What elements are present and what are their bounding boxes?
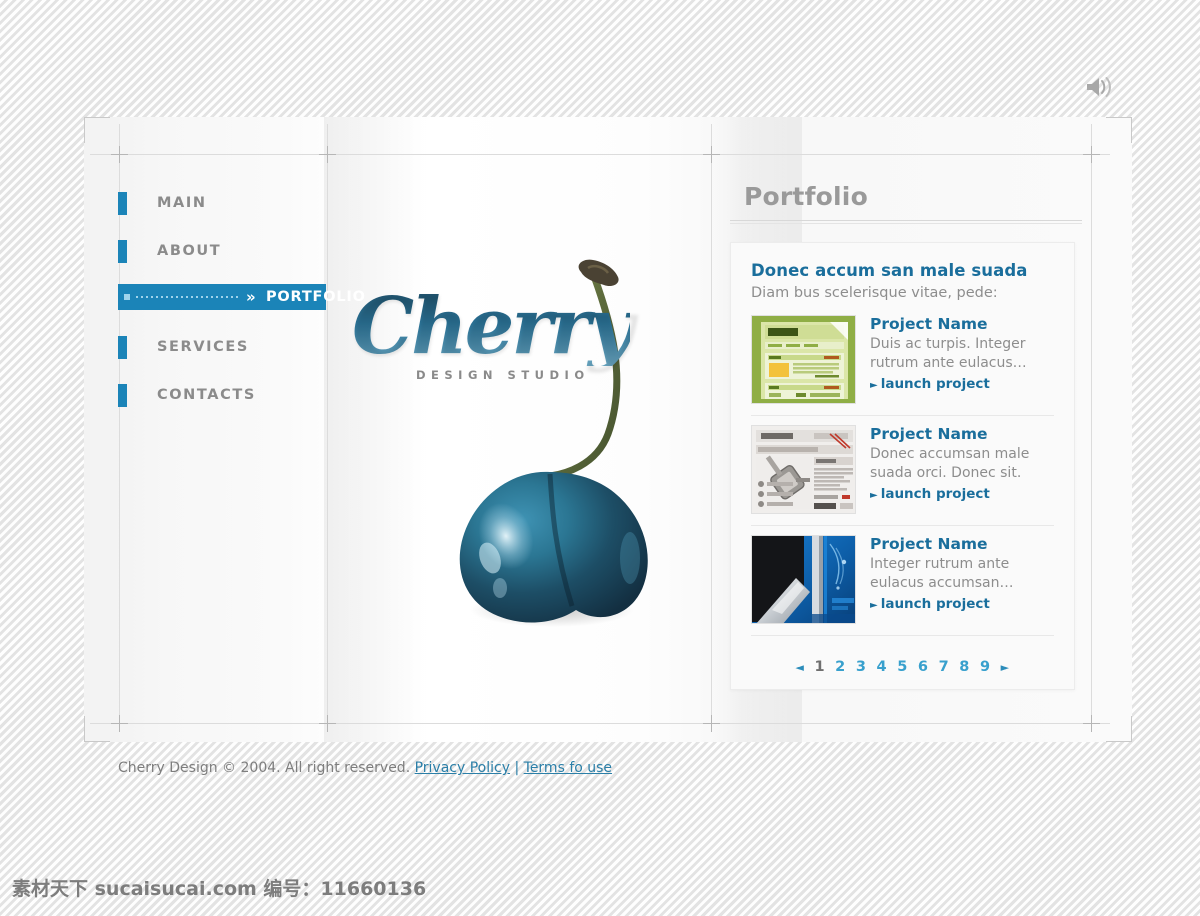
stock-site-watermark: 素材天下 sucaisucai.com 编号：11660136 [12, 878, 427, 900]
sidebar-item-label: PORTFOLIO [266, 289, 366, 305]
main-navigation: MAIN ABOUT » PORTFOLIO SERVICES CONTACTS [118, 188, 365, 428]
crosshair-mark [703, 146, 720, 163]
project-item: Project Name Donec accumsan male suada o… [751, 425, 1054, 526]
card-heading: Donec accum san male suada [751, 261, 1028, 280]
pagination-page-5[interactable]: 5 [897, 659, 908, 675]
project-item: Project Name Integer rutrum ante eulacus… [751, 535, 1054, 636]
footer-separator: | [514, 760, 520, 776]
guide-line-mid-right [711, 124, 712, 724]
project-name[interactable]: Project Name [870, 535, 1054, 553]
pagination-page-7[interactable]: 7 [939, 659, 950, 675]
portfolio-card: Donec accum san male suada Diam bus scel… [730, 242, 1075, 690]
pagination-page-6[interactable]: 6 [918, 659, 929, 675]
sidebar-item-main[interactable]: MAIN [118, 188, 328, 218]
footer: Cherry Design © 2004. All right reserved… [118, 760, 612, 776]
project-info: Project Name Donec accumsan male suada o… [870, 425, 1054, 514]
nav-marker-icon [118, 240, 127, 263]
pagination: ◄ 1 2 3 4 5 6 7 8 9 ► [751, 645, 1054, 675]
logo-wordmark: Cherry [352, 281, 633, 372]
launch-project-link[interactable]: ► launch project [870, 376, 1054, 392]
project-description: Donec accumsan male suada orci. Donec si… [870, 446, 1030, 481]
triangle-right-icon: ► [870, 380, 878, 391]
crosshair-mark [1083, 715, 1100, 732]
project-name[interactable]: Project Name [870, 425, 1054, 443]
project-item: Project Name Duis ac turpis. Integer rut… [751, 315, 1054, 416]
sidebar-item-label: ABOUT [157, 243, 222, 259]
triangle-right-icon: ► [870, 490, 878, 501]
project-description: Duis ac turpis. Integer rutrum ante eula… [870, 336, 1027, 371]
guide-line-bottom [90, 723, 1110, 724]
nav-marker-icon [118, 384, 127, 407]
speaker-icon[interactable] [1083, 74, 1117, 100]
crosshair-mark [319, 715, 336, 732]
corner-bracket-bottom-left [84, 716, 110, 742]
launch-project-link[interactable]: ► launch project [870, 486, 1054, 502]
project-name[interactable]: Project Name [870, 315, 1054, 333]
sidebar-item-label: SERVICES [157, 339, 249, 355]
title-divider [730, 220, 1082, 221]
pagination-page-4[interactable]: 4 [877, 659, 888, 675]
nav-dotted-leader-icon [136, 296, 240, 298]
sidebar-item-portfolio[interactable]: » PORTFOLIO [118, 284, 365, 310]
project-thumbnail-grey[interactable] [751, 425, 856, 514]
pagination-prev[interactable]: ◄ [795, 661, 804, 674]
portfolio-section: Portfolio Donec accum san male suada Dia… [722, 182, 1082, 690]
pagination-page-1[interactable]: 1 [814, 659, 825, 675]
copyright-text: Cherry Design © 2004. All right reserved… [118, 760, 411, 776]
pagination-page-8[interactable]: 8 [959, 659, 970, 675]
card-subheading: Diam bus scelerisque vitae, pede: [751, 285, 998, 301]
triangle-right-icon: ► [870, 600, 878, 611]
project-info: Project Name Integer rutrum ante eulacus… [870, 535, 1054, 624]
site-logo[interactable]: Cherry DESIGN STUDIO [352, 281, 633, 383]
sidebar-item-contacts[interactable]: CONTACTS [118, 380, 328, 410]
sidebar-item-label: CONTACTS [157, 387, 256, 403]
guide-line-top [90, 154, 1110, 155]
pagination-page-9[interactable]: 9 [980, 659, 991, 675]
launch-project-label: launch project [880, 376, 990, 392]
project-description: Integer rutrum ante eulacus accumsan… [870, 556, 1014, 591]
chevron-right-icon: » [246, 288, 256, 306]
pagination-next[interactable]: ► [1001, 661, 1010, 674]
project-info: Project Name Duis ac turpis. Integer rut… [870, 315, 1054, 404]
corner-bracket-top-right [1106, 117, 1132, 143]
crosshair-mark [319, 146, 336, 163]
title-divider-secondary [730, 223, 1082, 224]
terms-of-use-link[interactable]: Terms fo use [524, 760, 612, 776]
nav-marker-icon [118, 192, 127, 215]
launch-project-label: launch project [880, 596, 990, 612]
guide-line-right [1091, 124, 1092, 724]
crosshair-mark [1083, 146, 1100, 163]
sidebar-item-about[interactable]: ABOUT [118, 236, 328, 266]
crosshair-mark [111, 146, 128, 163]
corner-bracket-top-left [84, 117, 110, 143]
project-thumbnail-blue[interactable] [751, 535, 856, 624]
corner-bracket-bottom-right [1106, 716, 1132, 742]
sidebar-item-label: MAIN [157, 195, 207, 211]
nav-marker-icon [118, 336, 127, 359]
pagination-page-2[interactable]: 2 [835, 659, 846, 675]
launch-project-link[interactable]: ► launch project [870, 596, 1054, 612]
crosshair-mark [703, 715, 720, 732]
sidebar-item-services[interactable]: SERVICES [118, 332, 328, 362]
crosshair-mark [111, 715, 128, 732]
nav-square-icon [124, 294, 130, 300]
page-title: Portfolio [744, 182, 868, 211]
project-thumbnail-green[interactable] [751, 315, 856, 404]
pagination-page-3[interactable]: 3 [856, 659, 867, 675]
privacy-policy-link[interactable]: Privacy Policy [415, 760, 510, 776]
launch-project-label: launch project [880, 486, 990, 502]
